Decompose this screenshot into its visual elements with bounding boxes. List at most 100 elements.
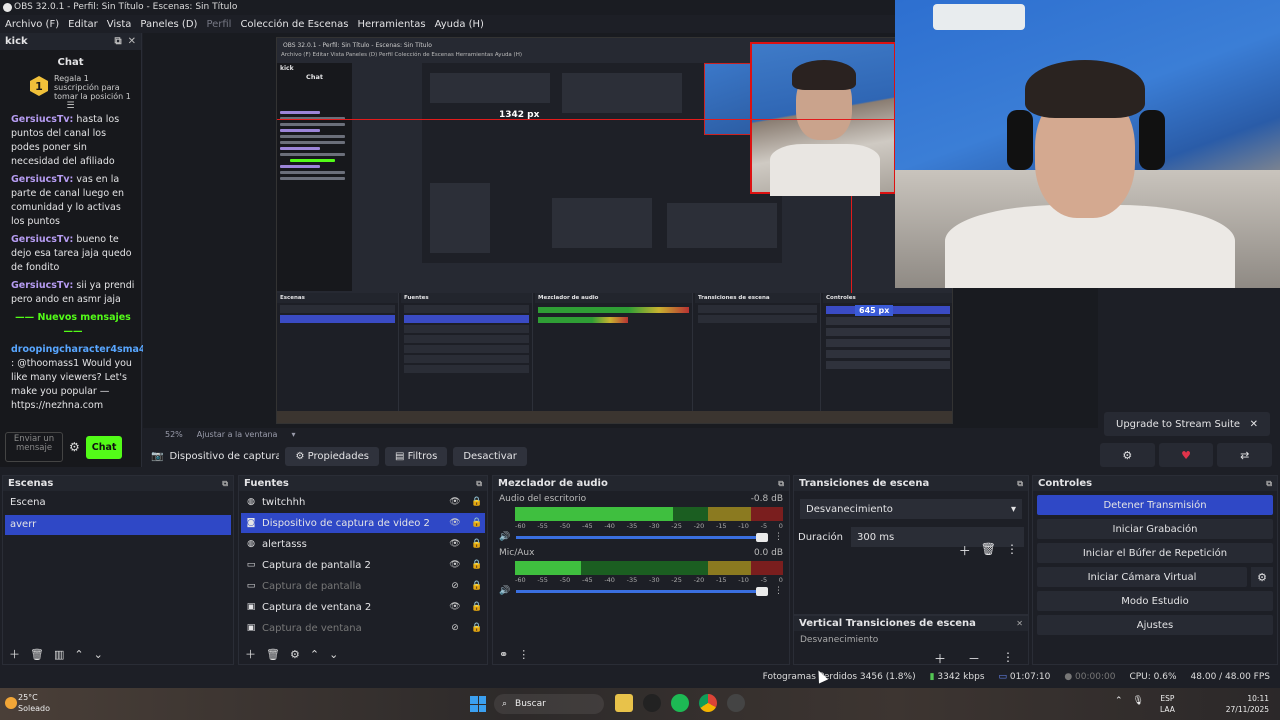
taskbar-search[interactable]: ⌕ Buscar xyxy=(494,694,604,714)
menu-herramientas[interactable]: Herramientas xyxy=(357,19,425,30)
taskbar-clock[interactable]: 10:11 27/11/2025 xyxy=(1225,693,1269,715)
lock-icon[interactable]: 🔒 xyxy=(469,497,485,507)
shuffle-icon[interactable]: ⇄ xyxy=(1217,443,1273,467)
source-item[interactable]: ◍ twitchhh 👁 🔒 xyxy=(241,492,485,512)
chrome-icon[interactable] xyxy=(699,694,717,712)
chevron-down-icon[interactable]: ▾ xyxy=(291,430,295,439)
speaker-icon[interactable]: 🔊 xyxy=(499,586,510,596)
transition-select[interactable]: Desvanecimiento ▾ xyxy=(800,499,1022,519)
gear-icon[interactable]: ⚙ xyxy=(1251,567,1273,587)
source-item[interactable]: ▭ Captura de pantalla 2 👁 🔒 xyxy=(241,555,485,575)
source-item[interactable]: ▣ Captura de ventana 2 👁 🔒 xyxy=(241,597,485,617)
lock-icon[interactable]: 🔒 xyxy=(469,560,485,570)
undock-icon[interactable]: ⧉ xyxy=(1266,479,1272,489)
minus-icon[interactable]: － xyxy=(968,650,980,667)
undock-icon[interactable]: ⧉ xyxy=(476,479,482,489)
filters-button[interactable]: ▤ Filtros xyxy=(384,446,448,466)
trash-icon[interactable]: 🗑 xyxy=(266,648,280,661)
upgrade-stream-suite-banner[interactable]: Upgrade to Stream Suite ✕ xyxy=(1104,412,1270,436)
more-icon[interactable]: ⋮ xyxy=(518,648,529,661)
link-icon[interactable]: ⚭ xyxy=(499,648,508,661)
deactivate-button[interactable]: Desactivar xyxy=(453,446,527,466)
fit-to-window[interactable]: Ajustar a la ventana xyxy=(197,430,278,439)
language-indicator[interactable]: ESP LAA xyxy=(1160,693,1175,715)
undock-icon[interactable]: ⧉ xyxy=(1017,479,1023,489)
chevron-down-icon[interactable]: ⌄ xyxy=(329,648,338,661)
microphone-icon[interactable]: 🎙 xyxy=(1133,696,1144,706)
eye-hidden-icon[interactable]: ⊘ xyxy=(447,581,463,591)
menu-perfil[interactable]: Perfil xyxy=(206,19,231,30)
close-icon[interactable]: ✕ xyxy=(128,36,136,47)
chevron-up-icon[interactable]: ⌃ xyxy=(310,648,319,661)
trash-icon[interactable]: 🗑 xyxy=(981,542,996,559)
scene-item-selected[interactable]: averr xyxy=(5,515,231,535)
eye-icon[interactable]: 👁 xyxy=(447,518,463,528)
more-icon[interactable]: ⋮ xyxy=(774,586,783,596)
add-icon[interactable]: ＋ xyxy=(959,542,971,559)
eye-icon[interactable]: 👁 xyxy=(447,560,463,570)
heart-icon[interactable]: ♥ xyxy=(1158,443,1214,467)
chevron-down-icon[interactable]: ⌄ xyxy=(94,648,103,661)
spotify-icon[interactable] xyxy=(671,694,689,712)
obs-icon[interactable] xyxy=(643,694,661,712)
weather-widget[interactable]: 25°C Soleado xyxy=(18,692,50,714)
source-item[interactable]: ▣ Captura de ventana ⊘ 🔒 xyxy=(241,618,485,638)
more-icon[interactable]: ⋮ xyxy=(774,532,783,542)
eye-icon[interactable]: 👁 xyxy=(447,497,463,507)
source-item-selected[interactable]: ◙ Dispositivo de captura de video 2 👁 🔒 xyxy=(241,513,485,533)
lock-icon[interactable]: 🔒 xyxy=(469,539,485,549)
chat-message-input[interactable]: Enviar un mensaje xyxy=(5,432,63,462)
chevron-down-icon[interactable]: ☰ xyxy=(0,101,141,111)
menu-archivo[interactable]: Archivo (F) xyxy=(5,19,59,30)
eye-hidden-icon[interactable]: ⊘ xyxy=(447,623,463,633)
filter-icon[interactable]: ▥ xyxy=(54,648,64,661)
gear-icon[interactable]: ⚙ xyxy=(290,648,300,661)
start-virtual-camera-button[interactable]: Iniciar Cámara Virtual ⚙ xyxy=(1037,567,1273,587)
gear-icon[interactable]: ⚙ xyxy=(69,440,80,454)
vertical-transition-select[interactable]: Desvanecimiento xyxy=(800,635,1022,645)
gear-icon[interactable]: ⚙ xyxy=(1100,443,1155,467)
close-icon[interactable]: ✕ xyxy=(1250,419,1258,430)
close-icon[interactable]: ✕ xyxy=(1016,619,1023,628)
eye-icon[interactable]: 👁 xyxy=(447,539,463,549)
start-replay-buffer-button[interactable]: Iniciar el Búfer de Repetición xyxy=(1037,543,1273,563)
menu-editar[interactable]: Editar xyxy=(68,19,98,30)
menu-coleccion-escenas[interactable]: Colección de Escenas xyxy=(240,19,348,30)
chat-send-button[interactable]: Chat xyxy=(85,435,123,459)
more-icon[interactable]: ⋮ xyxy=(1006,542,1018,559)
more-icon[interactable]: ⋮ xyxy=(1002,650,1014,667)
volume-slider[interactable] xyxy=(516,586,768,596)
lock-icon[interactable]: 🔒 xyxy=(469,623,485,633)
file-explorer-icon[interactable] xyxy=(615,694,633,712)
zoom-level[interactable]: 52% xyxy=(165,430,183,439)
windows-start-icon[interactable] xyxy=(470,696,486,712)
volume-slider[interactable] xyxy=(516,532,768,542)
source-item[interactable]: ◍ alertasss 👁 🔒 xyxy=(241,534,485,554)
add-icon[interactable]: ＋ xyxy=(9,646,20,662)
menu-vista[interactable]: Vista xyxy=(107,19,132,30)
properties-button[interactable]: ⚙ Propiedades xyxy=(285,446,379,466)
start-recording-button[interactable]: Iniciar Grabación xyxy=(1037,519,1273,539)
pinned-gift-banner[interactable]: 1 Regala 1 suscripción para tomar la pos… xyxy=(0,72,141,101)
menu-ayuda[interactable]: Ayuda (H) xyxy=(435,19,484,30)
stop-streaming-button[interactable]: Detener Transmisión xyxy=(1037,495,1273,515)
add-icon[interactable]: ＋ xyxy=(934,650,946,667)
upgrade-label[interactable]: Upgrade to Stream Suite xyxy=(1116,419,1240,430)
lock-icon[interactable]: 🔒 xyxy=(469,581,485,591)
scene-item[interactable]: Escena xyxy=(5,493,231,513)
speaker-icon[interactable]: 🔊 xyxy=(499,532,510,542)
add-icon[interactable]: ＋ xyxy=(245,646,256,662)
undock-icon[interactable]: ⧉ xyxy=(778,479,784,489)
eye-icon[interactable]: 👁 xyxy=(447,602,463,612)
studio-mode-button[interactable]: Modo Estudio xyxy=(1037,591,1273,611)
undock-icon[interactable]: ⧉ xyxy=(222,479,228,489)
chevron-up-icon[interactable]: ⌃ xyxy=(74,648,83,661)
settings-button[interactable]: Ajustes xyxy=(1037,615,1273,635)
lock-icon[interactable]: 🔒 xyxy=(469,602,485,612)
trash-icon[interactable]: 🗑 xyxy=(30,648,44,661)
chevron-up-icon[interactable]: ⌃ xyxy=(1115,696,1123,706)
menu-paneles[interactable]: Paneles (D) xyxy=(140,19,197,30)
source-item[interactable]: ▭ Captura de pantalla ⊘ 🔒 xyxy=(241,576,485,596)
undock-icon[interactable]: ⧉ xyxy=(114,36,121,47)
lock-icon[interactable]: 🔒 xyxy=(469,518,485,528)
